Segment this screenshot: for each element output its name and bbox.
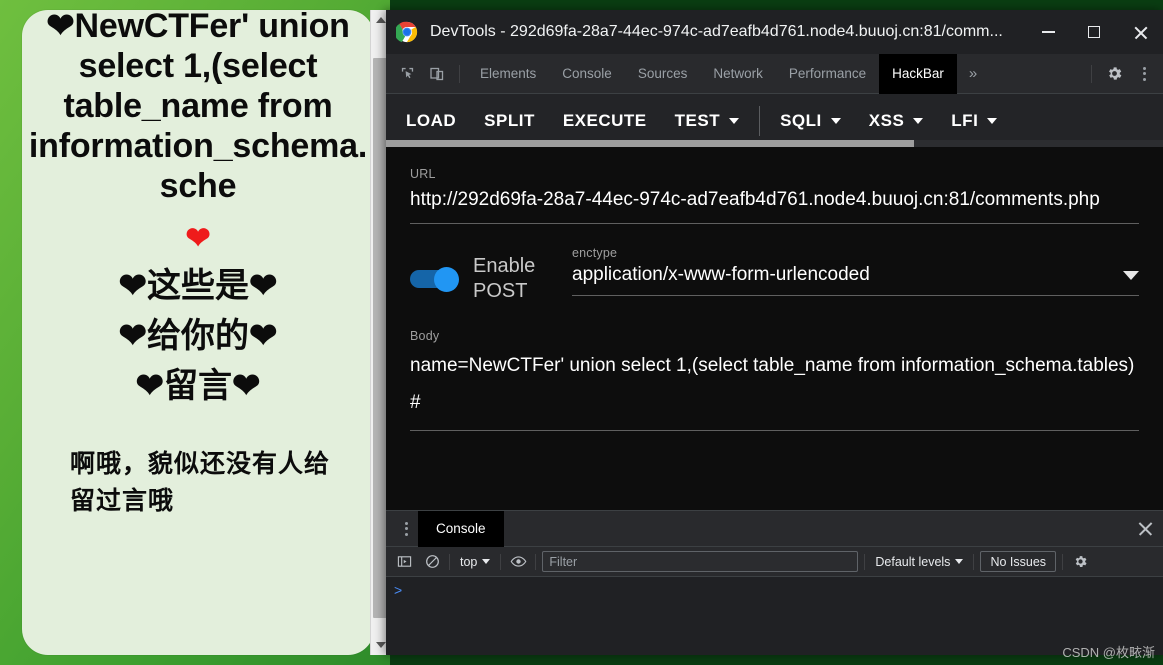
injected-sql-message: ❤NewCTFer' union select 1,(select table_… — [28, 10, 368, 206]
url-label: URL — [410, 167, 436, 181]
hackbar-menu-load-label: LOAD — [406, 110, 457, 130]
console-sidebar-icon[interactable] — [393, 551, 415, 573]
devtools-window: DevTools - 292d69fa-28a7-44ec-974c-ad7ea… — [386, 10, 1163, 655]
chevron-down-icon[interactable] — [1123, 270, 1139, 280]
comments-card: ❤NewCTFer' union select 1,(select table_… — [22, 10, 374, 655]
clear-console-icon[interactable] — [421, 551, 443, 573]
console-context-selector[interactable]: top — [456, 552, 494, 572]
hackbar-menu-xss-label: XSS — [868, 110, 905, 130]
enable-post-label: Enable POST — [473, 255, 536, 302]
chrome-logo-icon — [394, 21, 418, 43]
hackbar-menu-split-label: SPLIT — [484, 110, 535, 130]
console-toolbar: top Filter Default levels No Issues — [386, 547, 1163, 577]
browser-page-content: ❤NewCTFer' union select 1,(select table_… — [0, 0, 390, 665]
window-title: DevTools - 292d69fa-28a7-44ec-974c-ad7ea… — [430, 23, 1003, 40]
console-toolbar-divider-5 — [973, 553, 975, 570]
enable-post-toggle[interactable]: Enable POST — [410, 246, 572, 303]
enctype-field[interactable]: enctype application/x-www-form-urlencode… — [572, 246, 1139, 297]
drawer-more-options-icon[interactable] — [394, 521, 418, 536]
hackbar-menu-scrollbar[interactable] — [386, 140, 1163, 147]
toggle-switch[interactable] — [410, 266, 462, 292]
console-context-value: top — [460, 554, 478, 569]
chevron-down-icon — [482, 559, 491, 564]
gear-icon[interactable] — [1099, 59, 1129, 89]
console-toolbar-divider-6 — [1062, 553, 1064, 570]
devtools-tabstrip: Elements Console Sources Network Perform… — [386, 53, 1163, 94]
watermark: CSDN @枚畩渐 — [1062, 645, 1155, 660]
console-prompt-icon: > — [394, 582, 403, 598]
hackbar-panel: URL http://292d69fa-28a7-44ec-974c-ad7ea… — [386, 147, 1163, 510]
console-toolbar-divider-4 — [864, 553, 866, 570]
console-toolbar-divider — [449, 553, 450, 570]
close-button[interactable] — [1117, 10, 1163, 54]
maximize-button[interactable] — [1071, 10, 1117, 54]
url-field[interactable]: URL http://292d69fa-28a7-44ec-974c-ad7ea… — [410, 167, 1139, 225]
chevron-down-icon — [987, 117, 998, 124]
body-textarea[interactable]: name=NewCTFer' union select 1,(select ta… — [410, 347, 1139, 421]
more-options-icon[interactable] — [1129, 59, 1159, 89]
console-drawer: Console top Filter Default levels No Iss… — [386, 510, 1163, 655]
drawer-tab-console[interactable]: Console — [418, 510, 504, 547]
console-filter-input[interactable]: Filter — [542, 551, 859, 572]
gear-icon[interactable] — [1069, 551, 1091, 573]
hackbar-menu-lfi-label: LFI — [951, 110, 979, 130]
heart-icon: ❤ — [185, 221, 211, 255]
empty-comments-notice: 啊哦，貌似还没有人给 留过言哦 — [70, 450, 331, 515]
hackbar-menu-execute-label: EXECUTE — [562, 110, 647, 130]
body-label: Body — [410, 329, 440, 344]
tab-network[interactable]: Network — [700, 54, 776, 94]
chevron-down-icon — [955, 559, 964, 564]
live-expression-icon[interactable] — [507, 551, 529, 573]
hackbar-menu-scrollbar-thumb[interactable] — [386, 140, 915, 147]
no-issues-button[interactable]: No Issues — [980, 551, 1057, 572]
chevron-down-icon — [830, 117, 841, 124]
tab-elements[interactable]: Elements — [467, 54, 549, 94]
console-levels-value: Default levels — [875, 554, 951, 569]
minimize-button[interactable] — [1025, 10, 1071, 54]
chevron-down-icon — [729, 117, 740, 124]
menu-divider — [759, 105, 761, 136]
tab-console[interactable]: Console — [549, 54, 625, 94]
hackbar-menu-test-label: TEST — [674, 110, 721, 130]
window-titlebar: DevTools - 292d69fa-28a7-44ec-974c-ad7ea… — [386, 10, 1163, 54]
more-tabs-icon[interactable]: » — [957, 54, 989, 94]
hackbar-menubar: LOAD SPLIT EXECUTE TEST SQLI XSS LFI — [386, 94, 1163, 147]
tab-performance[interactable]: Performance — [776, 54, 879, 94]
body-underline — [410, 430, 1139, 432]
device-toolbar-icon[interactable] — [422, 59, 452, 89]
body-field[interactable]: Body name=NewCTFer' union select 1,(sele… — [410, 329, 1139, 432]
chevron-down-icon — [913, 117, 924, 124]
toggle-knob — [434, 266, 459, 292]
message-line-1: ❤这些是❤ — [118, 266, 278, 305]
tab-sources[interactable]: Sources — [625, 54, 701, 94]
console-toolbar-divider-3 — [535, 553, 537, 570]
enctype-underline — [572, 295, 1139, 297]
toolbar-divider — [459, 64, 460, 83]
console-levels-selector[interactable]: Default levels — [871, 552, 967, 572]
post-row: Enable POST enctype application/x-www-fo… — [410, 246, 1139, 303]
message-line-3: ❤留言❤ — [135, 367, 261, 406]
drawer-tabstrip: Console — [386, 510, 1163, 547]
url-input[interactable]: http://292d69fa-28a7-44ec-974c-ad7eafb4d… — [410, 185, 1139, 214]
console-toolbar-divider-2 — [500, 553, 502, 570]
tab-hackbar[interactable]: HackBar — [879, 53, 957, 94]
enctype-select-value[interactable]: application/x-www-form-urlencoded — [572, 264, 1113, 286]
message-line-2: ❤给你的❤ — [118, 317, 278, 356]
inspect-element-icon[interactable] — [392, 59, 422, 89]
hackbar-menu-sqli-label: SQLI — [780, 110, 822, 130]
url-underline — [410, 223, 1139, 225]
console-output[interactable]: > — [386, 577, 1163, 655]
toolbar-divider-right — [1091, 64, 1092, 83]
enctype-label: enctype — [572, 246, 618, 261]
close-icon[interactable] — [1137, 521, 1153, 537]
